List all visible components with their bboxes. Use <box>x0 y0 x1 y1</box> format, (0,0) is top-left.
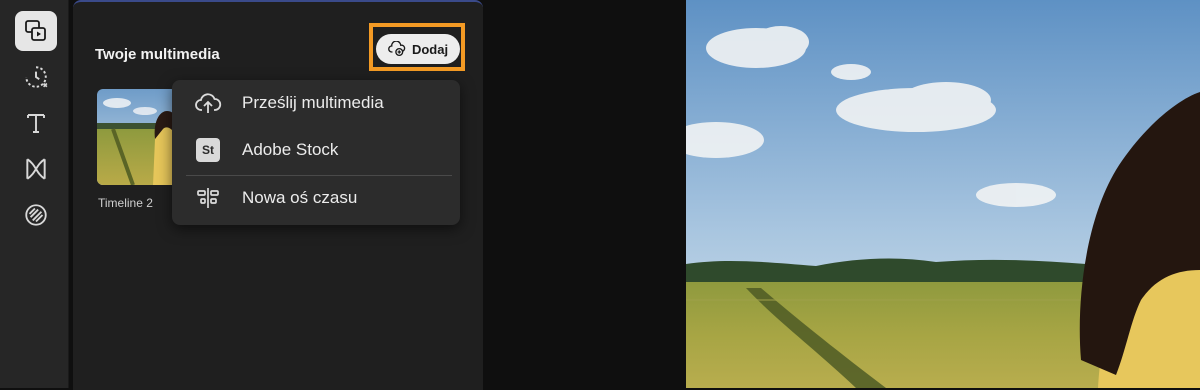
media-thumbnail[interactable] <box>97 89 177 185</box>
add-menu: Prześlij multimedia St Adobe Stock Nowa … <box>172 80 460 225</box>
menu-item-upload-media[interactable]: Prześlij multimedia <box>172 83 460 123</box>
add-button-label: Dodaj <box>411 41 449 57</box>
preview-image <box>686 0 1200 388</box>
menu-item-label: Adobe Stock <box>242 140 339 159</box>
thumbnail-image <box>97 89 177 185</box>
menu-item-label: Prześlij multimedia <box>242 93 384 112</box>
menu-item-new-timeline[interactable]: Nowa oś czasu <box>172 178 460 218</box>
media-tool-button[interactable] <box>15 11 57 51</box>
text-tool-button[interactable] <box>15 103 57 143</box>
effects-icon <box>26 158 46 180</box>
menu-divider <box>186 175 452 176</box>
adobe-stock-icon: St <box>196 138 220 162</box>
stickers-icon <box>25 204 47 226</box>
effects-tool-button[interactable] <box>15 149 57 189</box>
menu-item-label: Nowa oś czasu <box>242 188 358 207</box>
stickers-tool-button[interactable] <box>15 195 57 235</box>
media-thumbnail-label: Timeline 2 <box>98 196 153 210</box>
transitions-icon <box>25 66 48 88</box>
new-timeline-icon <box>197 188 219 208</box>
video-preview[interactable] <box>686 0 1200 388</box>
tool-rail <box>0 0 69 388</box>
text-icon <box>27 114 45 133</box>
add-button[interactable]: Dodaj <box>376 34 460 64</box>
media-icon <box>25 20 46 41</box>
panel-title: Twoje multimedia <box>95 46 220 63</box>
add-media-icon <box>388 41 406 57</box>
transitions-tool-button[interactable] <box>15 57 57 97</box>
cloud-upload-icon <box>195 93 222 113</box>
menu-item-adobe-stock[interactable]: St Adobe Stock <box>172 130 460 170</box>
